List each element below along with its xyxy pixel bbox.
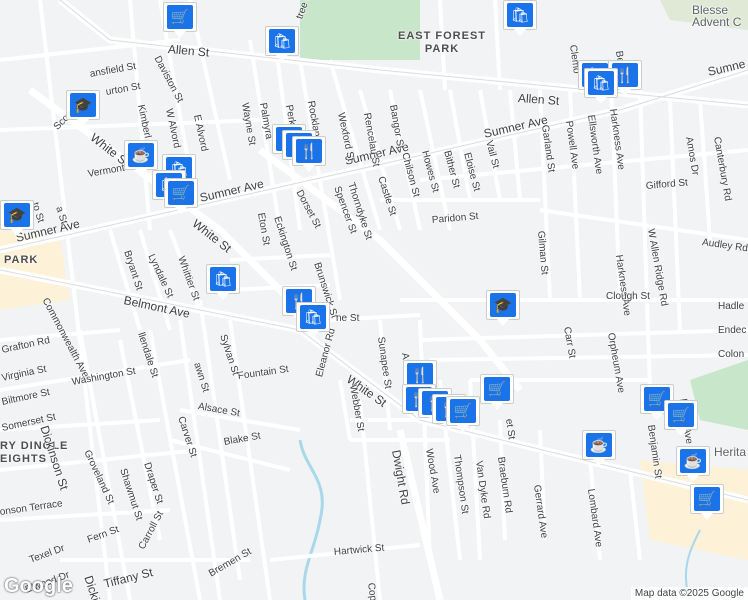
- shopping-cart-icon: 🛒: [450, 399, 476, 423]
- shopping-cart-icon: 🛒: [694, 487, 720, 511]
- shopping-cart-pin[interactable]: 🛒: [480, 374, 514, 410]
- shopping-bag-icon: 🛍: [300, 305, 326, 329]
- shopping-bag-icon: 🛍: [269, 29, 295, 53]
- street-label-endecott: Endec: [718, 325, 747, 336]
- street-label-hadley: Hadle: [718, 301, 745, 312]
- shopping-cart-pin[interactable]: 🛒: [446, 396, 480, 432]
- shopping-cart-pin[interactable]: 🛒: [164, 178, 198, 214]
- restaurant-pin[interactable]: 🍴: [292, 136, 326, 172]
- area-label-park: PARK: [4, 254, 39, 266]
- shopping-bag-pin[interactable]: 🛍: [265, 26, 299, 62]
- shopping-cart-icon: 🛒: [668, 403, 694, 427]
- school-pin[interactable]: 🎓: [66, 90, 100, 126]
- shopping-bag-pin[interactable]: 🛍: [296, 302, 330, 338]
- map-attribution: Map data ©2025 Google: [630, 587, 748, 600]
- cafe-pin[interactable]: ☕: [676, 446, 710, 482]
- shopping-bag-icon: 🛍: [507, 3, 533, 27]
- cafe-pin[interactable]: ☕: [582, 430, 616, 466]
- school-pin[interactable]: 🎓: [486, 290, 520, 326]
- school-pin[interactable]: 🎓: [0, 200, 34, 236]
- cafe-icon: ☕: [128, 143, 154, 167]
- street-label-allen-st-east: Allen St: [517, 91, 560, 108]
- school-icon: 🎓: [490, 293, 516, 317]
- street-label-ne-st: ne St: [336, 313, 360, 324]
- shopping-cart-icon: 🛒: [167, 5, 193, 29]
- area-label-east-forest-park: EAST FOREST PARK: [398, 30, 487, 55]
- google-logo: Google: [4, 575, 73, 597]
- shopping-cart-pin[interactable]: 🛒: [690, 484, 724, 520]
- street-label-et-st: et St: [503, 418, 517, 441]
- school-icon: 🎓: [4, 203, 30, 227]
- shopping-cart-pin[interactable]: 🛒: [163, 2, 197, 38]
- shopping-cart-icon: 🛒: [168, 181, 194, 205]
- shopping-bag-pin[interactable]: 🛍: [503, 0, 537, 36]
- shopping-bag-pin[interactable]: 🛍: [584, 68, 618, 104]
- shopping-cart-icon: 🛒: [484, 377, 510, 401]
- cafe-icon: ☕: [586, 433, 612, 457]
- street-label-allen-st: Allen St: [167, 42, 210, 60]
- area-label-heritage: Herita: [714, 445, 747, 459]
- area-label-blessed: Blesse Advent C: [692, 3, 742, 29]
- cafe-icon: ☕: [680, 449, 706, 473]
- shopping-cart-pin[interactable]: 🛒: [664, 400, 698, 436]
- map-canvas[interactable]: EAST FOREST PARK PARK RY DINGLE EIGHTS B…: [0, 0, 748, 600]
- street-label-cop: Cop: [365, 582, 379, 600]
- street-label-colonial: Colon: [718, 349, 745, 360]
- school-icon: 🎓: [70, 93, 96, 117]
- shopping-bag-icon: 🛍: [588, 71, 614, 95]
- shopping-bag-pin[interactable]: 🛍: [206, 264, 240, 300]
- restaurant-icon: 🍴: [296, 139, 322, 163]
- shopping-bag-icon: 🛍: [210, 267, 236, 291]
- street-label-clough-st: Clough St: [606, 291, 650, 302]
